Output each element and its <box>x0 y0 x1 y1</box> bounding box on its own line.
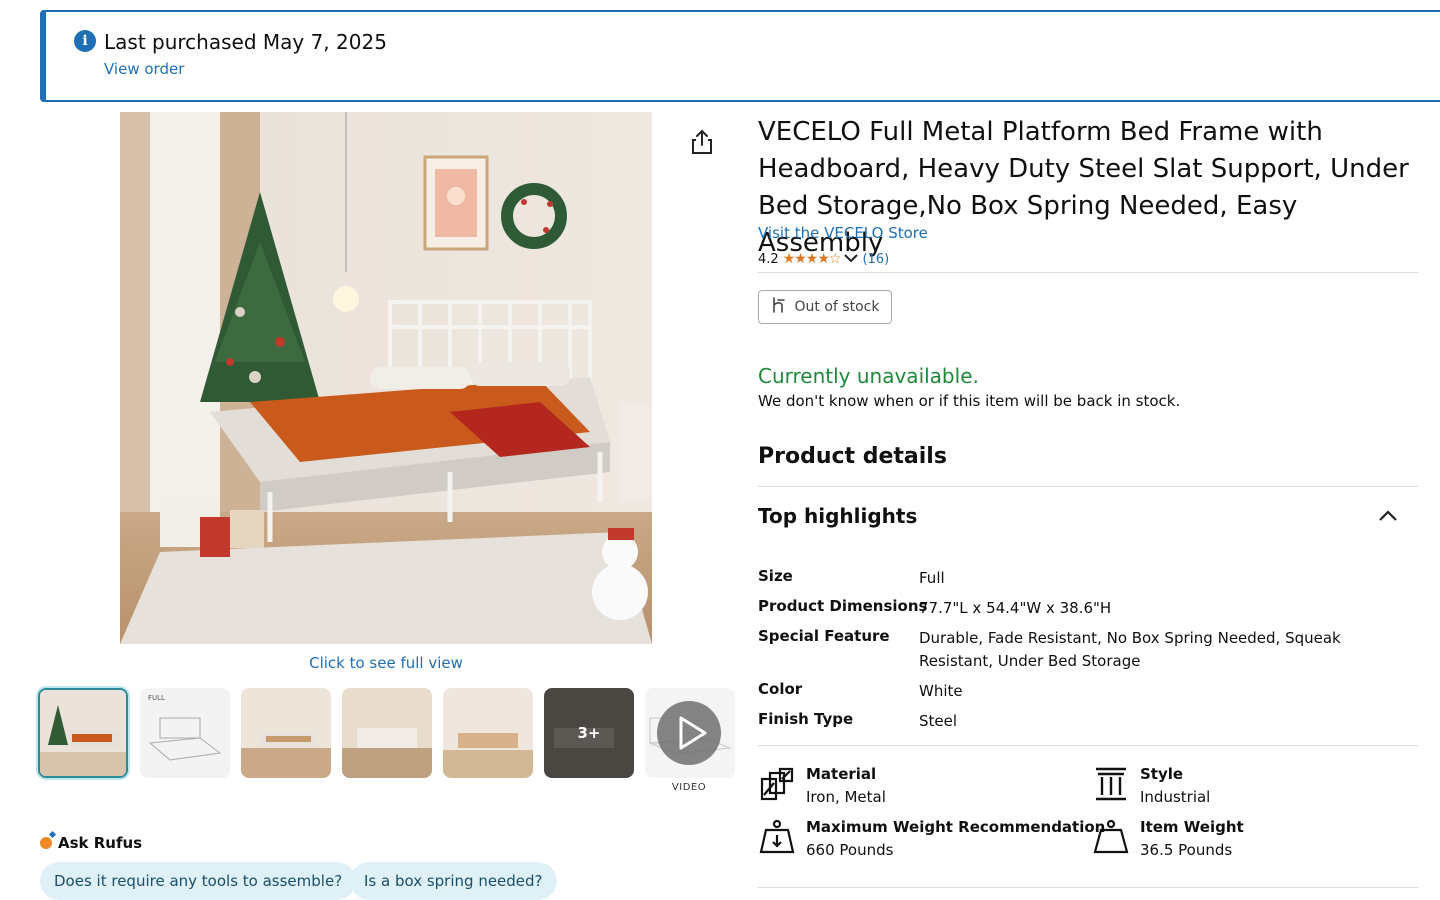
product-details-heading: Product details <box>758 444 947 469</box>
thumbnail-5[interactable] <box>443 688 533 778</box>
spec-value: Full <box>919 569 945 587</box>
thumbnail-4[interactable] <box>342 688 432 778</box>
spec-key: Size <box>758 567 793 585</box>
feature-key: Style <box>1140 765 1184 783</box>
feature-key: Material <box>806 765 877 783</box>
feature-value: 36.5 Pounds <box>1140 841 1233 859</box>
feature-key: Item Weight <box>1140 818 1244 836</box>
thumbnail-3[interactable] <box>241 688 331 778</box>
info-icon: i <box>74 30 96 52</box>
spec-value: Durable, Fade Resistant, No Box Spring N… <box>919 629 1341 670</box>
full-view-link[interactable]: Click to see full view <box>120 654 652 672</box>
thumbnail-more[interactable]: 3+ <box>544 688 634 778</box>
feature-value: Iron, Metal <box>806 788 886 806</box>
material-icon <box>760 767 794 801</box>
item-weight-icon <box>1093 819 1129 854</box>
spec-value: Steel <box>919 712 958 730</box>
top-highlights-heading[interactable]: Top highlights <box>758 504 917 528</box>
chevron-up-icon[interactable] <box>1376 505 1400 527</box>
rating-value: 4.2 <box>758 251 779 267</box>
spec-key: Finish Type <box>758 710 854 728</box>
chevron-down-icon[interactable] <box>844 252 859 267</box>
availability-status: Currently unavailable. <box>758 364 979 388</box>
feature-value: 660 Pounds <box>806 841 894 859</box>
divider <box>758 887 1418 888</box>
spec-key: Product Dimensions <box>758 597 928 615</box>
spec-key: Color <box>758 680 803 698</box>
thumbnail-2[interactable]: FULL <box>140 688 230 778</box>
feature-value: Industrial <box>1140 788 1211 806</box>
ask-rufus-label: Ask Rufus <box>58 834 143 852</box>
thumbnail-1[interactable] <box>38 688 128 778</box>
view-order-link[interactable]: View order <box>104 60 184 78</box>
video-label: VIDEO <box>671 782 707 793</box>
svg-text:FULL: FULL <box>148 694 165 702</box>
spec-value: 77.7"L x 54.4"W x 38.6"H <box>919 599 1112 617</box>
availability-message: We don't know when or if this item will … <box>758 392 1181 410</box>
purchase-banner: i Last purchased May 7, 2025 View order <box>40 10 1440 102</box>
divider <box>758 486 1418 487</box>
rufus-question-chip[interactable]: Is a box spring needed? <box>350 862 557 900</box>
feature-key: Maximum Weight Recommendation <box>806 818 1106 836</box>
out-of-stock-label: Out of stock <box>794 299 880 315</box>
rating-row[interactable]: 4.2 ★★★★☆ (16) <box>758 251 889 267</box>
out-of-stock-button[interactable]: Out of stock <box>758 290 892 324</box>
ask-rufus-title: Ask Rufus <box>40 834 142 852</box>
divider <box>758 272 1418 273</box>
spec-key: Special Feature <box>758 627 890 645</box>
weight-recommendation-icon <box>759 819 795 854</box>
style-icon <box>1096 767 1126 801</box>
store-link[interactable]: Visit the VECELO Store <box>758 224 928 242</box>
star-rating-icon[interactable]: ★★★★☆ <box>783 251 842 267</box>
rufus-question-chip[interactable]: Does it require any tools to assemble? <box>40 862 357 900</box>
review-count-link[interactable]: (16) <box>862 252 889 267</box>
rufus-icon <box>40 837 52 849</box>
notify-icon <box>771 296 787 318</box>
main-product-image[interactable] <box>120 112 652 644</box>
banner-title: Last purchased May 7, 2025 <box>104 30 387 54</box>
spec-value: White <box>919 682 963 700</box>
more-thumbnails-count: 3+ <box>577 724 601 742</box>
divider <box>758 745 1418 746</box>
share-icon[interactable] <box>688 128 716 156</box>
video-thumbnail[interactable] <box>645 688 735 778</box>
play-icon <box>657 701 721 765</box>
